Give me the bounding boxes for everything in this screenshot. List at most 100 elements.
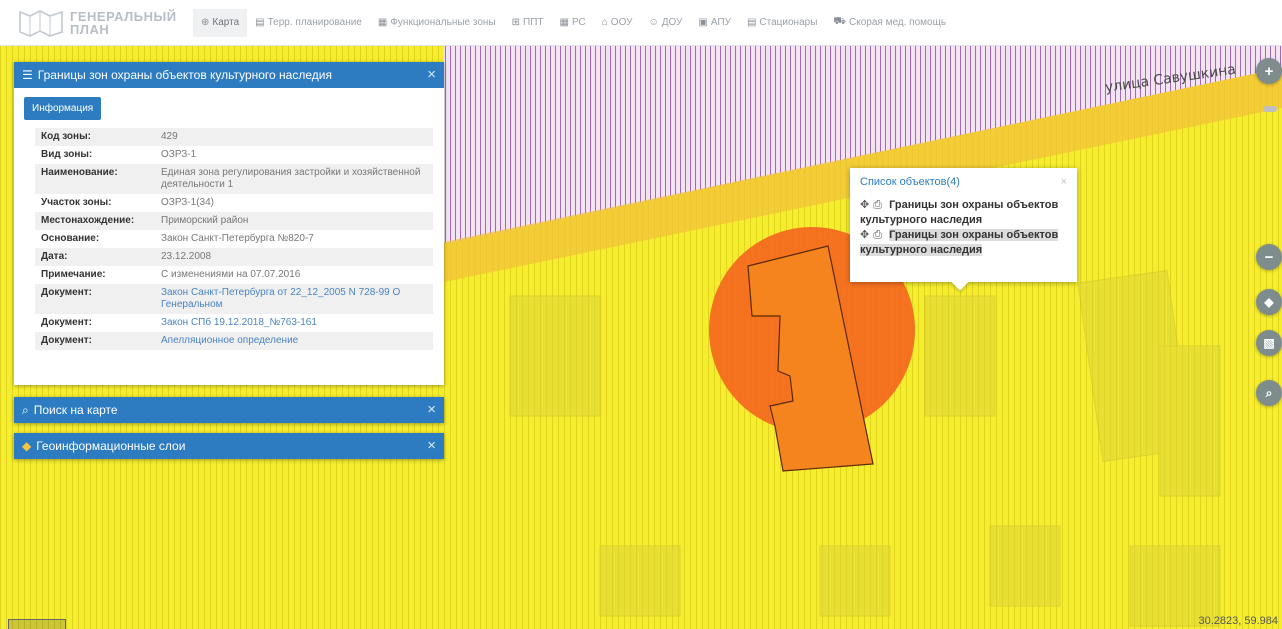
ambulance-icon: ⛟ (833, 16, 846, 27)
popup-header: Список объектов(4) × (850, 168, 1077, 194)
attr-value: Закон Санкт-Петербурга №820-7 (161, 233, 314, 244)
building-icon: ⌂ (601, 17, 608, 28)
layers-panel-header[interactable]: ◆ Геоинформационные слои × (14, 433, 444, 459)
attr-key: Местонахождение: (35, 212, 155, 230)
search-icon[interactable]: ⌕ (1256, 380, 1282, 406)
main-nav: ⊕ Карта ▤ Терр. планирование ▦ Функциональные… (193, 0, 954, 46)
grid-doc-icon: ▦ (559, 17, 569, 28)
logo-line-1: ГЕНЕРАЛЬНЫЙ (70, 8, 177, 24)
info-panel-header: ☰ Границы зон охраны объектов культурног… (14, 62, 444, 88)
table-icon: ⊞ (511, 17, 521, 28)
move-icon[interactable]: ✥ (860, 229, 869, 241)
popup-item-label[interactable]: Границы зон охраны объектов культурного … (860, 229, 1059, 256)
search-panel-header[interactable]: ⌕ Поиск на карте × (14, 397, 444, 423)
nav-item-label: Стационары (759, 17, 818, 28)
nav-item-label: Терр. планирование (267, 17, 362, 28)
attr-value: Единая зона регулирования застройки и хо… (155, 164, 433, 194)
attr-value: ОЗРЗ-1 (161, 149, 197, 160)
attr-key: Вид зоны: (41, 149, 93, 160)
attr-value: Приморский район (155, 212, 433, 230)
attr-link[interactable]: Закон Санкт-Петербурга от 22_12_2005 N 7… (155, 284, 433, 314)
globe-icon: ⊕ (201, 17, 210, 28)
zoom-out-button[interactable]: − (1256, 244, 1282, 270)
attr-key: Документ: (35, 332, 155, 350)
popup-list-item[interactable]: ✥ ⎙ Границы зон охраны объектов культурно… (850, 228, 1077, 258)
attributes-table: Код зоны: 429 Вид зоны: ОЗРЗ-1 Наименование:… (35, 128, 433, 350)
table-row: Вид зоны: ОЗРЗ-1 (35, 146, 433, 164)
apu-icon: ▣ (698, 17, 708, 28)
nav-item-label: Карта (212, 17, 240, 28)
close-icon[interactable]: × (1061, 176, 1067, 188)
zoom-slider[interactable] (1263, 106, 1277, 112)
attr-value: ОЗРЗ-1(34) (161, 197, 214, 208)
nav-item-label: ДОУ (661, 17, 683, 28)
table-row: Документ: Апелляционное определение (35, 332, 433, 350)
list-icon: ☰ (22, 68, 33, 82)
layers-panel-title: Геоинформационные слои (36, 439, 186, 453)
popup-item-label[interactable]: Границы зон охраны объектов культурного … (860, 199, 1058, 226)
popup-title: Список объектов(4) (860, 176, 960, 188)
nav-item-7[interactable]: ▣ АПУ (690, 9, 739, 37)
popup-list-item[interactable]: ✥ ⎙ Границы зон охраны объектов культурно… (850, 198, 1077, 228)
print-icon[interactable]: ⎙ (873, 229, 882, 241)
attr-value: С изменениями на 07.07.2016 (161, 269, 301, 280)
attr-key: Участок зоны: (41, 197, 112, 208)
table-row: Документ: Закон СПб 19.12.2018_№763-161 (35, 314, 433, 332)
attr-key: Дата: (35, 248, 155, 266)
table-row: Участок зоны: ОЗРЗ-1(34) (35, 194, 433, 212)
logo-mark-icon (19, 9, 63, 37)
attr-key: Наименование: (35, 164, 155, 194)
table-row: Дата: 23.12.2008 (35, 248, 433, 266)
table-row: Основание: Закон Санкт-Петербурга №820-7 (35, 230, 433, 248)
nav-item-1[interactable]: ▤ Терр. планирование (247, 9, 370, 37)
table-row: Документ: Закон Санкт-Петербурга от 22_12… (35, 284, 433, 314)
nav-item-label: АПУ (710, 17, 731, 28)
logo-text: ГЕНЕРАЛЬНЫЙ ПЛАН (70, 10, 177, 36)
info-panel-title: Границы зон охраны объектов культурного … (37, 68, 332, 82)
nav-item-0[interactable]: ⊕ Карта (193, 8, 248, 37)
nav-item-9[interactable]: ⛟ Скорая мед. помощь (825, 9, 954, 37)
table-row: Примечание: С изменениями на 07.07.2016 (35, 266, 433, 284)
zoom-in-button[interactable]: + (1256, 58, 1282, 84)
hospital-icon: ▤ (746, 17, 757, 28)
nav-item-label: ООУ (610, 17, 633, 28)
attr-link[interactable]: Апелляционное определение (155, 332, 433, 350)
close-icon[interactable]: × (427, 67, 436, 82)
layers-icon[interactable]: ◆ (1256, 289, 1282, 315)
search-panel[interactable]: ⌕ Поиск на карте × (14, 397, 444, 423)
document-icon: ▤ (255, 17, 265, 28)
attr-value: 429 (155, 128, 433, 146)
nav-item-2[interactable]: ▦ Функциональные зоны (370, 9, 504, 37)
nav-item-6[interactable]: ☺ ДОУ (641, 9, 691, 37)
top-bar: ГЕНЕРАЛЬНЫЙ ПЛАН ⊕ Карта ▤ Терр. планирован… (0, 0, 1282, 46)
attr-key: Документ: (35, 284, 155, 314)
attr-value: 23.12.2008 (155, 248, 433, 266)
nav-item-4[interactable]: ▦ РС (552, 9, 594, 37)
nav-item-3[interactable]: ⊞ ППТ (504, 9, 552, 37)
logo[interactable]: ГЕНЕРАЛЬНЫЙ ПЛАН (18, 8, 193, 38)
attr-key: Примечание: (41, 269, 106, 280)
nav-item-label: ППТ (523, 17, 544, 28)
table-row: Местонахождение: Приморский район (35, 212, 433, 230)
child-icon: ☺ (648, 17, 659, 28)
map-type-icon[interactable]: ▧ (1256, 330, 1282, 356)
attr-key: Документ: (41, 317, 93, 328)
attr-link[interactable]: Закон СПб 19.12.2018_№763-161 (155, 314, 433, 332)
attr-key: Основание: (41, 233, 100, 244)
layers-panel[interactable]: ◆ Геоинформационные слои × (14, 433, 444, 459)
move-icon[interactable]: ✥ (860, 199, 869, 211)
logo-line-2: ПЛАН (70, 21, 110, 37)
objects-popup: Список объектов(4) × ✥ ⎙ Границы зон охра… (850, 168, 1077, 282)
nav-item-8[interactable]: ▤ Стационары (739, 9, 825, 37)
layers-icon: ◆ (22, 439, 32, 453)
grid-doc-icon: ▦ (377, 17, 388, 28)
attr-key: Код зоны: (35, 128, 155, 146)
nav-item-label: Функциональные зоны (390, 17, 496, 28)
coordinates: 30.2823, 59.984 (1198, 615, 1278, 627)
info-tab-button[interactable]: Информация (24, 97, 102, 120)
close-icon[interactable]: × (427, 438, 436, 453)
close-icon[interactable]: × (427, 402, 436, 417)
print-icon[interactable]: ⎙ (873, 199, 882, 211)
nav-item-5[interactable]: ⌂ ООУ (594, 9, 641, 37)
nav-item-label: РС (571, 17, 586, 28)
